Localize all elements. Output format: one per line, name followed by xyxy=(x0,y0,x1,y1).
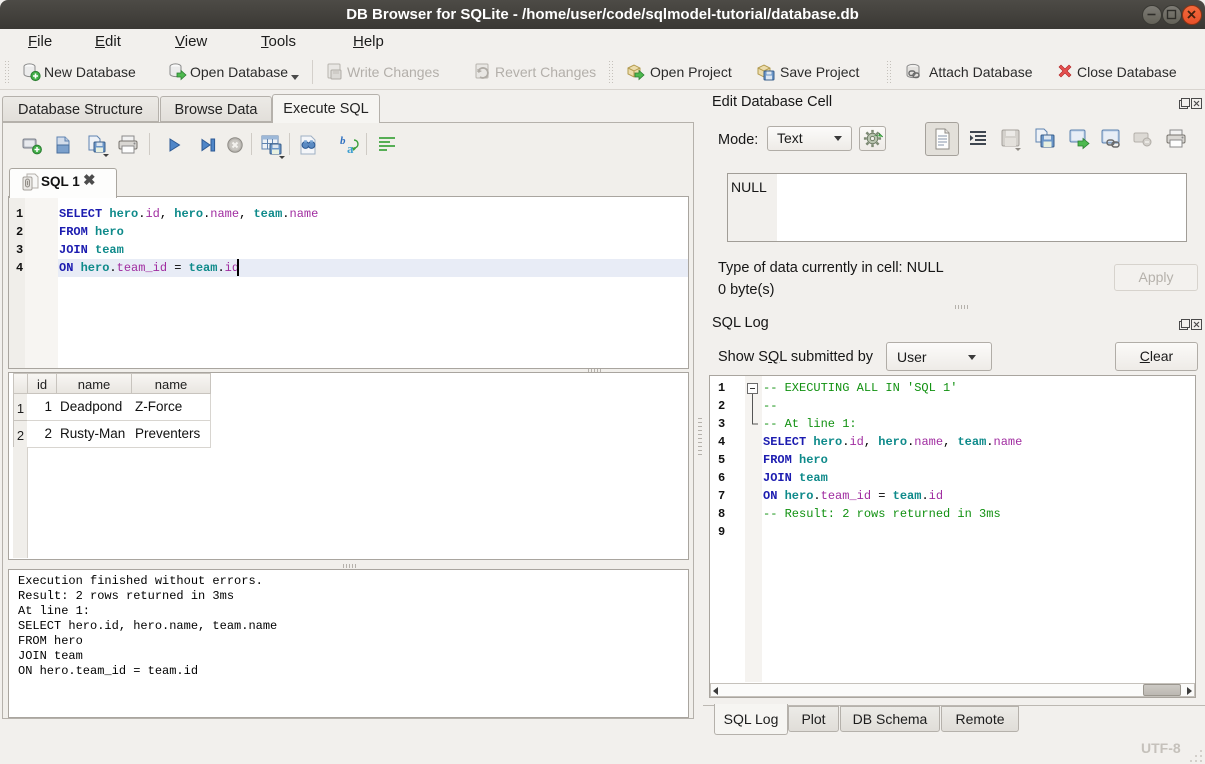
svg-text:b: b xyxy=(340,135,346,147)
